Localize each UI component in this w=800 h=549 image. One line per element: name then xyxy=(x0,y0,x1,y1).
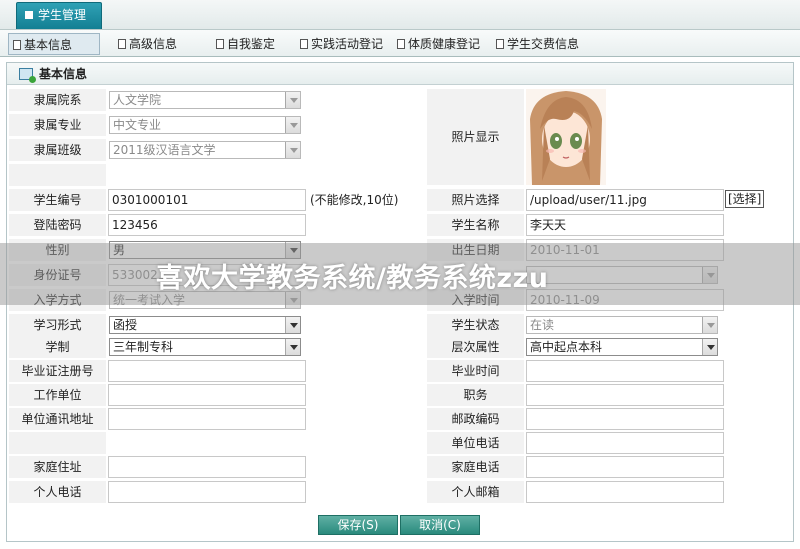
home-phone-label: 家庭电话 xyxy=(427,456,524,478)
sub-navigation: 基本信息 高级信息 自我鉴定 实践活动登记 体质健康登记 学生交费信息 xyxy=(0,30,800,57)
subtab-label: 学生交费信息 xyxy=(507,37,580,51)
square-icon xyxy=(25,11,33,19)
personal-phone-field[interactable] xyxy=(108,481,306,503)
class-label: 隶属班级 xyxy=(9,139,106,161)
chevron-down-icon xyxy=(285,339,300,355)
section-title: 基本信息 xyxy=(39,67,88,81)
top-tab-bar: 学生管理 xyxy=(0,0,800,30)
level-select[interactable]: 高中起点本科 xyxy=(526,338,718,356)
level-label: 层次属性 xyxy=(427,336,524,358)
save-button[interactable]: 保存(S) xyxy=(318,515,398,535)
document-icon xyxy=(397,39,405,49)
unit-address-field[interactable] xyxy=(108,408,306,430)
subtab-label: 实践活动登记 xyxy=(311,37,384,51)
subtab-practice-activities[interactable]: 实践活动登记 xyxy=(296,33,383,55)
chevron-down-icon xyxy=(285,317,300,333)
photo-label: 照片显示 xyxy=(427,89,524,185)
subtab-payment-info[interactable]: 学生交费信息 xyxy=(492,33,579,55)
major-value: 中文专业 xyxy=(113,118,162,132)
subtab-physical-health[interactable]: 体质健康登记 xyxy=(393,33,480,55)
student-no-field[interactable]: 0301000101 xyxy=(108,189,306,211)
subtab-label: 基本信息 xyxy=(24,38,73,52)
tab-label: 学生管理 xyxy=(38,8,87,22)
chevron-down-icon xyxy=(285,92,300,108)
document-icon xyxy=(118,39,126,49)
student-name-label: 学生名称 xyxy=(427,214,524,236)
blank-cell xyxy=(9,432,106,454)
password-label: 登陆密码 xyxy=(9,214,106,236)
college-label: 隶属院系 xyxy=(9,89,106,111)
subtab-advanced-info[interactable]: 高级信息 xyxy=(114,33,177,55)
position-field[interactable] xyxy=(526,384,724,406)
unit-phone-field[interactable] xyxy=(526,432,724,454)
position-label: 职务 xyxy=(427,384,524,406)
class-value: 2011级汉语言文学 xyxy=(113,143,216,157)
unit-address-label: 单位通讯地址 xyxy=(9,408,106,430)
grad-time-field[interactable] xyxy=(526,360,724,382)
duration-select[interactable]: 三年制专科 xyxy=(109,338,301,356)
diploma-no-label: 毕业证注册号 xyxy=(9,360,106,382)
choose-photo-button[interactable]: [选择] xyxy=(725,190,765,208)
chevron-down-icon xyxy=(285,142,300,158)
duration-label: 学制 xyxy=(9,336,106,358)
form-icon xyxy=(19,68,36,83)
level-value: 高中起点本科 xyxy=(530,340,603,354)
duration-value: 三年制专科 xyxy=(113,340,174,354)
student-status-value: 在读 xyxy=(530,318,555,332)
study-form-label: 学习形式 xyxy=(9,314,106,336)
subtab-label: 高级信息 xyxy=(129,37,178,51)
student-name-field[interactable]: 李天天 xyxy=(526,214,724,236)
class-select[interactable]: 2011级汉语言文学 xyxy=(109,141,301,159)
cancel-button[interactable]: 取消(C) xyxy=(400,515,480,535)
section-header: 基本信息 xyxy=(7,63,793,85)
email-label: 个人邮箱 xyxy=(427,481,524,503)
anime-girl-avatar-icon xyxy=(526,89,606,185)
college-select[interactable]: 人文学院 xyxy=(109,91,301,109)
subtab-label: 体质健康登记 xyxy=(408,37,481,51)
document-icon xyxy=(300,39,308,49)
study-form-value: 函授 xyxy=(113,318,138,332)
email-field[interactable] xyxy=(526,481,724,503)
watermark-text: 喜欢大学教务系统/教务系统zzu xyxy=(156,263,549,294)
document-icon xyxy=(13,40,21,50)
tab-student-management[interactable]: 学生管理 xyxy=(16,2,102,29)
subtab-basic-info[interactable]: 基本信息 xyxy=(8,33,100,55)
grad-time-label: 毕业时间 xyxy=(427,360,524,382)
document-icon xyxy=(216,39,224,49)
student-no-label: 学生编号 xyxy=(9,189,106,211)
password-field[interactable]: 123456 xyxy=(108,214,306,236)
photo-path-field[interactable]: /upload/user/11.jpg xyxy=(526,189,724,211)
postcode-field[interactable] xyxy=(526,408,724,430)
chevron-down-icon xyxy=(702,317,717,333)
diploma-no-field[interactable] xyxy=(108,360,306,382)
chevron-down-icon xyxy=(285,117,300,133)
work-unit-label: 工作单位 xyxy=(9,384,106,406)
subtab-self-evaluation[interactable]: 自我鉴定 xyxy=(212,33,275,55)
major-label: 隶属专业 xyxy=(9,114,106,136)
home-address-field[interactable] xyxy=(108,456,306,478)
student-status-select[interactable]: 在读 xyxy=(526,316,718,334)
major-select[interactable]: 中文专业 xyxy=(109,116,301,134)
postcode-label: 邮政编码 xyxy=(427,408,524,430)
home-address-label: 家庭住址 xyxy=(9,456,106,478)
home-phone-field[interactable] xyxy=(526,456,724,478)
personal-phone-label: 个人电话 xyxy=(9,481,106,503)
subtab-label: 自我鉴定 xyxy=(227,37,276,51)
chevron-down-icon xyxy=(702,339,717,355)
work-unit-field[interactable] xyxy=(108,384,306,406)
blank-cell xyxy=(9,164,106,186)
unit-phone-label: 单位电话 xyxy=(427,432,524,454)
student-status-label: 学生状态 xyxy=(427,314,524,336)
study-form-select[interactable]: 函授 xyxy=(109,316,301,334)
photo-select-label: 照片选择 xyxy=(427,189,524,211)
document-icon xyxy=(496,39,504,49)
student-photo xyxy=(526,89,606,185)
student-no-hint: (不能修改,10位) xyxy=(310,193,399,207)
college-value: 人文学院 xyxy=(113,93,162,107)
